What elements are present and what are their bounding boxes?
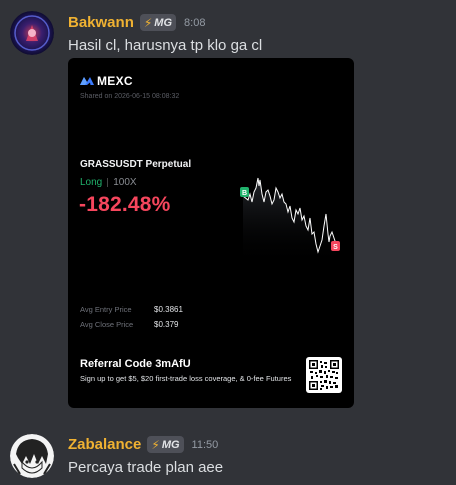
price-sparkline: B S: [240, 177, 340, 266]
message-text: Hasil cl, harusnya tp klo ga cl: [68, 37, 263, 54]
buy-marker: B: [240, 187, 249, 197]
referral-description: Sign up to get $5, $20 first-trade loss …: [80, 374, 292, 383]
brand-name: MEXC: [97, 74, 133, 88]
message-header: Bakwann ⚡ MG 8:08: [68, 14, 205, 31]
pnl-percent: -182.48%: [79, 193, 171, 216]
message-text: Percaya trade plan aee: [68, 459, 224, 476]
role-tag-label: MG: [161, 438, 180, 451]
message-1: Bakwann ⚡ MG 8:08 Hasil cl, harusnya tp …: [0, 0, 456, 420]
sparkline-area: [243, 178, 336, 266]
shared-date: Shared on 2026-06-15 08:08:32: [80, 93, 180, 100]
close-price-label: Avg Close Price: [80, 320, 134, 329]
role-tag[interactable]: ⚡ MG: [139, 14, 177, 31]
leverage: 100X: [113, 177, 137, 188]
qr-code-icon: [306, 357, 342, 393]
close-price-value: $0.379: [154, 320, 179, 329]
brand: MEXC: [80, 72, 133, 90]
entry-price-row: Avg Entry Price $0.3861: [80, 305, 183, 314]
divider: [107, 178, 109, 187]
avatar-zabalance[interactable]: [10, 434, 54, 478]
position-side: Long 100X: [80, 177, 137, 188]
side-label: Long: [80, 177, 103, 188]
lightning-icon: ⚡: [151, 437, 160, 452]
timestamp[interactable]: 11:50: [192, 439, 219, 451]
referral-code: Referral Code 3mAfU: [80, 358, 191, 370]
trading-pair: GRASSUSDT Perpetual: [80, 159, 192, 170]
sell-marker: S: [331, 241, 340, 251]
role-tag-label: MG: [154, 16, 173, 29]
message-header: Zabalance ⚡ MG 11:50: [68, 436, 218, 453]
username[interactable]: Bakwann: [68, 14, 134, 31]
role-tag[interactable]: ⚡ MG: [147, 436, 184, 453]
timestamp[interactable]: 8:08: [184, 17, 205, 29]
svg-text:B: B: [242, 190, 247, 197]
svg-text:S: S: [333, 244, 338, 251]
message-2: Zabalance ⚡ MG 11:50 Percaya trade plan …: [0, 426, 456, 485]
mexc-logo-icon: [80, 72, 94, 90]
avatar-bakwann[interactable]: [10, 11, 54, 55]
entry-price-label: Avg Entry Price: [80, 305, 132, 314]
close-price-row: Avg Close Price $0.379: [80, 320, 178, 329]
username[interactable]: Zabalance: [68, 436, 141, 453]
pnl-share-image[interactable]: MEXC Shared on 2026-06-15 08:08:32 GRASS…: [68, 58, 354, 408]
lightning-icon: ⚡: [143, 15, 153, 30]
entry-price-value: $0.3861: [154, 305, 183, 314]
